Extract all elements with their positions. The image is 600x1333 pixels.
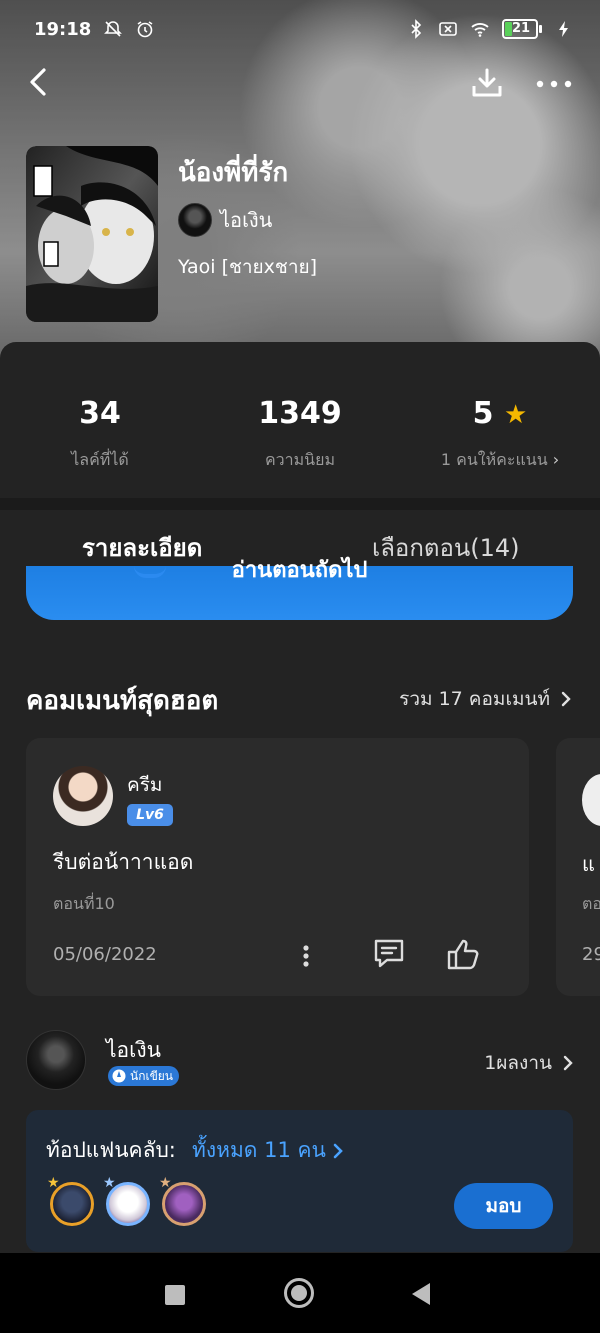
divider	[0, 498, 600, 510]
chevron-right-icon: ›	[552, 450, 560, 469]
battery-icon: 21	[502, 19, 542, 39]
fan-avatar[interactable]: ★	[159, 1175, 206, 1226]
level-badge: Lv6	[127, 804, 173, 826]
author-link[interactable]: ไอเงิน	[178, 203, 272, 237]
status-bar: 19:18 21	[0, 0, 600, 58]
comment-card[interactable]: ครีม Lv6 รีบต่อน้าาาแอด ตอนที่10 05/06/2…	[26, 738, 529, 996]
reply-icon[interactable]	[372, 936, 406, 970]
top-nav	[0, 60, 600, 106]
comment-text: รีบต่อน้าาาแอด	[53, 850, 194, 874]
fan-avatar[interactable]: ★	[103, 1175, 150, 1226]
book-cover[interactable]	[26, 146, 158, 322]
comment-card[interactable]: แ ตอ 29	[556, 738, 600, 996]
writer-works-link[interactable]: 1ผลงาน	[484, 1048, 574, 1078]
tab-indicator	[134, 566, 166, 578]
battery-level: 21	[512, 21, 531, 36]
home-icon[interactable]	[284, 1278, 314, 1308]
commenter-avatar[interactable]	[582, 774, 600, 826]
fan-club-count-link[interactable]: ทั้งหมด 11 คน	[192, 1134, 344, 1167]
star-icon: ★	[504, 400, 528, 430]
download-icon[interactable]	[468, 64, 506, 102]
stats-row: 34 ไลค์ที่ได้ 1349 ความนิยม 5 ★ 1 คนให้ค…	[0, 396, 600, 486]
all-comments-link[interactable]: รวม 17 คอมเมนท์	[399, 684, 572, 714]
comment-date: 29	[582, 944, 600, 965]
alarm-icon	[137, 21, 153, 38]
bluetooth-icon	[411, 19, 422, 39]
fan-club-title: ท้อปแฟนคลับ:	[46, 1138, 176, 1162]
rating-label: 1 คนให้คะแนน	[440, 450, 548, 469]
writer-badge: นักเขียน	[108, 1066, 180, 1086]
fan-avatars: ★ ★ ★	[47, 1175, 206, 1226]
author-avatar	[178, 203, 212, 237]
tab-episodes[interactable]: เลือกตอน(14)	[372, 528, 520, 567]
crown-icon: ★	[47, 1175, 60, 1191]
stat-popularity: 1349 ความนิยม	[200, 396, 400, 473]
give-button[interactable]: มอบ	[454, 1183, 553, 1229]
mute-alarm-icon	[104, 21, 123, 37]
popularity-value: 1349	[258, 396, 342, 431]
system-nav-bar	[0, 1253, 600, 1333]
commenter-avatar[interactable]	[53, 766, 113, 826]
more-vertical-icon[interactable]	[296, 942, 316, 970]
pen-icon	[112, 1069, 126, 1083]
status-time: 19:18	[34, 18, 92, 40]
stat-likes: 34 ไลค์ที่ได้	[0, 396, 200, 473]
chevron-right-icon	[561, 691, 571, 707]
writer-avatar[interactable]	[26, 1030, 86, 1090]
back-icon[interactable]	[22, 64, 58, 100]
writer-row[interactable]: ไอเงิน นักเขียน 1ผลงาน	[26, 1030, 574, 1092]
recents-icon[interactable]	[165, 1285, 185, 1305]
more-icon[interactable]	[534, 64, 574, 102]
comments-total: รวม 17 คอมเมนท์	[399, 688, 550, 710]
popularity-label: ความนิยม	[264, 450, 336, 469]
thumbs-up-icon[interactable]	[445, 936, 481, 972]
book-title: น้องพี่ที่รัก	[178, 158, 289, 188]
book-genre[interactable]: Yaoi [ชายxชาย]	[178, 252, 317, 282]
crown-icon: ★	[159, 1175, 172, 1191]
commenter-name: ครีม	[127, 774, 163, 796]
crown-icon: ★	[103, 1175, 116, 1191]
comment-text: แ	[582, 852, 595, 876]
likes-value: 34	[79, 396, 121, 431]
tab-details[interactable]: รายละเอียด	[82, 528, 202, 567]
likes-label: ไลค์ที่ได้	[71, 450, 129, 469]
hot-comments-title: คอมเมนท์สุดฮอต	[26, 686, 219, 716]
cover-art	[26, 146, 158, 322]
comment-episode: ตอนที่10	[53, 894, 115, 913]
tab-bar: รายละเอียด เลือกตอน(14)	[0, 510, 600, 582]
rating-value: 5	[472, 396, 494, 431]
wifi-icon	[471, 23, 489, 37]
fan-club-count: ทั้งหมด 11 คน	[192, 1138, 326, 1162]
system-back-icon[interactable]	[412, 1283, 430, 1305]
fan-club-box: ท้อปแฟนคลับ: ทั้งหมด 11 คน ★ ★ ★ มอบ	[26, 1110, 573, 1252]
writer-name: ไอเงิน	[106, 1038, 161, 1062]
comment-date: 05/06/2022	[53, 944, 157, 965]
stat-rating[interactable]: 5 ★ 1 คนให้คะแนน ›	[400, 396, 600, 473]
chevron-right-icon	[563, 1055, 573, 1071]
sim-off-icon	[439, 22, 457, 36]
comment-episode: ตอ	[582, 894, 600, 913]
chevron-right-icon	[333, 1143, 343, 1158]
writer-badge-label: นักเขียน	[130, 1068, 174, 1083]
author-name: ไอเงิน	[220, 208, 273, 232]
fan-avatar[interactable]: ★	[47, 1175, 94, 1226]
writer-works: 1ผลงาน	[484, 1052, 552, 1074]
charging-icon	[559, 21, 568, 37]
